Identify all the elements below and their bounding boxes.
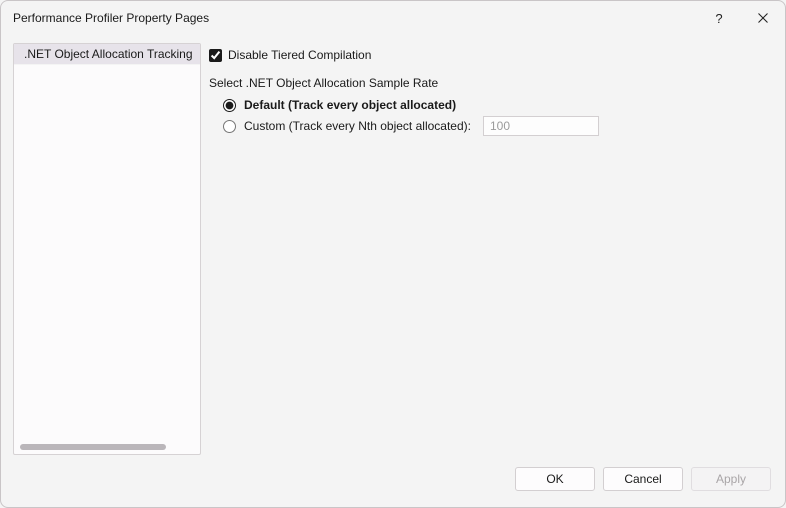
close-button[interactable] (741, 3, 785, 33)
apply-button-label: Apply (716, 472, 746, 486)
ok-button-label: OK (546, 472, 563, 486)
disable-tiered-compilation-checkbox[interactable] (209, 49, 222, 62)
radio-default-row[interactable]: Default (Track every object allocated) (209, 95, 773, 115)
radio-custom-label: Custom (Track every Nth object allocated… (244, 119, 471, 133)
custom-n-input[interactable] (483, 116, 599, 136)
dialog-title: Performance Profiler Property Pages (13, 11, 209, 25)
ok-button[interactable]: OK (515, 467, 595, 491)
help-button[interactable]: ? (697, 3, 741, 33)
apply-button: Apply (691, 467, 771, 491)
scrollbar-thumb[interactable] (20, 444, 166, 450)
radio-default[interactable] (223, 99, 236, 112)
cancel-button[interactable]: Cancel (603, 467, 683, 491)
radio-default-label: Default (Track every object allocated) (244, 98, 456, 112)
radio-custom[interactable] (223, 120, 236, 133)
help-icon: ? (715, 11, 722, 26)
disable-tiered-compilation-label: Disable Tiered Compilation (228, 48, 371, 62)
content-area: .NET Object Allocation Tracking Disable … (1, 35, 785, 459)
main-panel: Disable Tiered Compilation Select .NET O… (209, 43, 773, 455)
radio-custom-row: Custom (Track every Nth object allocated… (209, 115, 773, 137)
cancel-button-label: Cancel (624, 472, 661, 486)
sidebar: .NET Object Allocation Tracking (13, 43, 201, 455)
dialog-footer: OK Cancel Apply (1, 459, 785, 507)
titlebar: Performance Profiler Property Pages ? (1, 1, 785, 35)
disable-tiered-compilation-row[interactable]: Disable Tiered Compilation (209, 45, 773, 65)
radio-custom-clickable[interactable]: Custom (Track every Nth object allocated… (223, 116, 471, 136)
sidebar-item-net-object-allocation[interactable]: .NET Object Allocation Tracking (14, 44, 200, 65)
close-icon (758, 13, 768, 23)
sidebar-item-label: .NET Object Allocation Tracking (24, 47, 193, 61)
sample-rate-section-label: Select .NET Object Allocation Sample Rat… (209, 73, 773, 93)
dialog-window: Performance Profiler Property Pages ? .N… (0, 0, 786, 508)
sidebar-horizontal-scrollbar[interactable] (20, 444, 194, 450)
